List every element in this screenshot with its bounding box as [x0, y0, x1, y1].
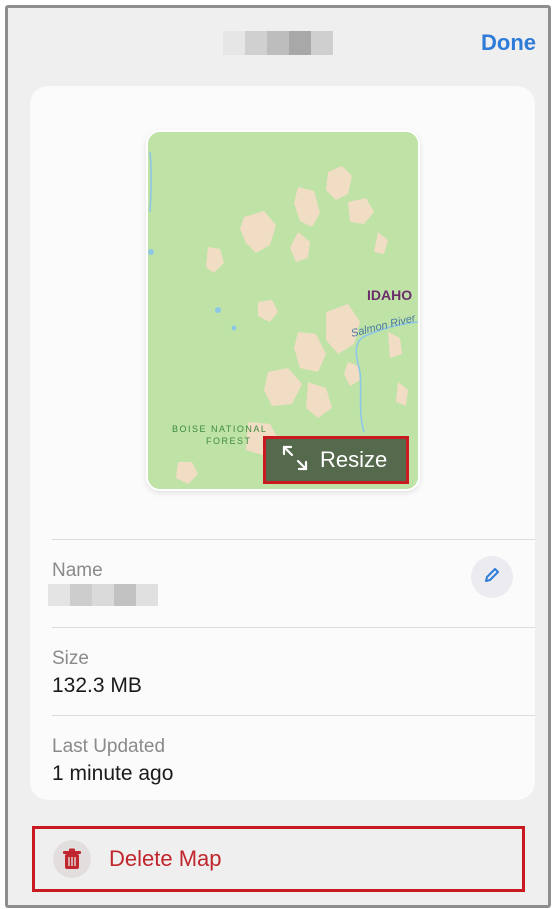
- forest-label-line2: FOREST: [206, 436, 252, 446]
- trash-icon: [53, 840, 91, 878]
- edit-name-button[interactable]: [471, 556, 513, 598]
- app-frame: Done IDAHO Salmon River BOISE NATIONAL F…: [5, 5, 551, 908]
- pencil-icon: [483, 566, 501, 589]
- divider: [52, 715, 535, 716]
- resize-arrows-icon: [280, 443, 310, 478]
- delete-map-button[interactable]: Delete Map: [32, 826, 525, 892]
- resize-label: Resize: [320, 447, 388, 472]
- last-updated-label: Last Updated: [52, 736, 166, 757]
- name-value-redacted: [48, 584, 158, 606]
- last-updated-value: 1 minute ago: [52, 762, 174, 785]
- resize-button[interactable]: Resize: [263, 436, 409, 484]
- idaho-label: IDAHO: [367, 287, 412, 303]
- title-redacted: [223, 31, 333, 55]
- name-label: Name: [52, 560, 103, 581]
- divider: [52, 539, 535, 540]
- map-details-card: IDAHO Salmon River BOISE NATIONAL FOREST…: [30, 86, 535, 800]
- size-label: Size: [52, 648, 89, 669]
- forest-label-line1: BOISE NATIONAL: [172, 424, 267, 434]
- done-button[interactable]: Done: [481, 30, 536, 56]
- divider: [52, 627, 535, 628]
- delete-map-label: Delete Map: [109, 846, 222, 871]
- size-value: 132.3 MB: [52, 674, 142, 697]
